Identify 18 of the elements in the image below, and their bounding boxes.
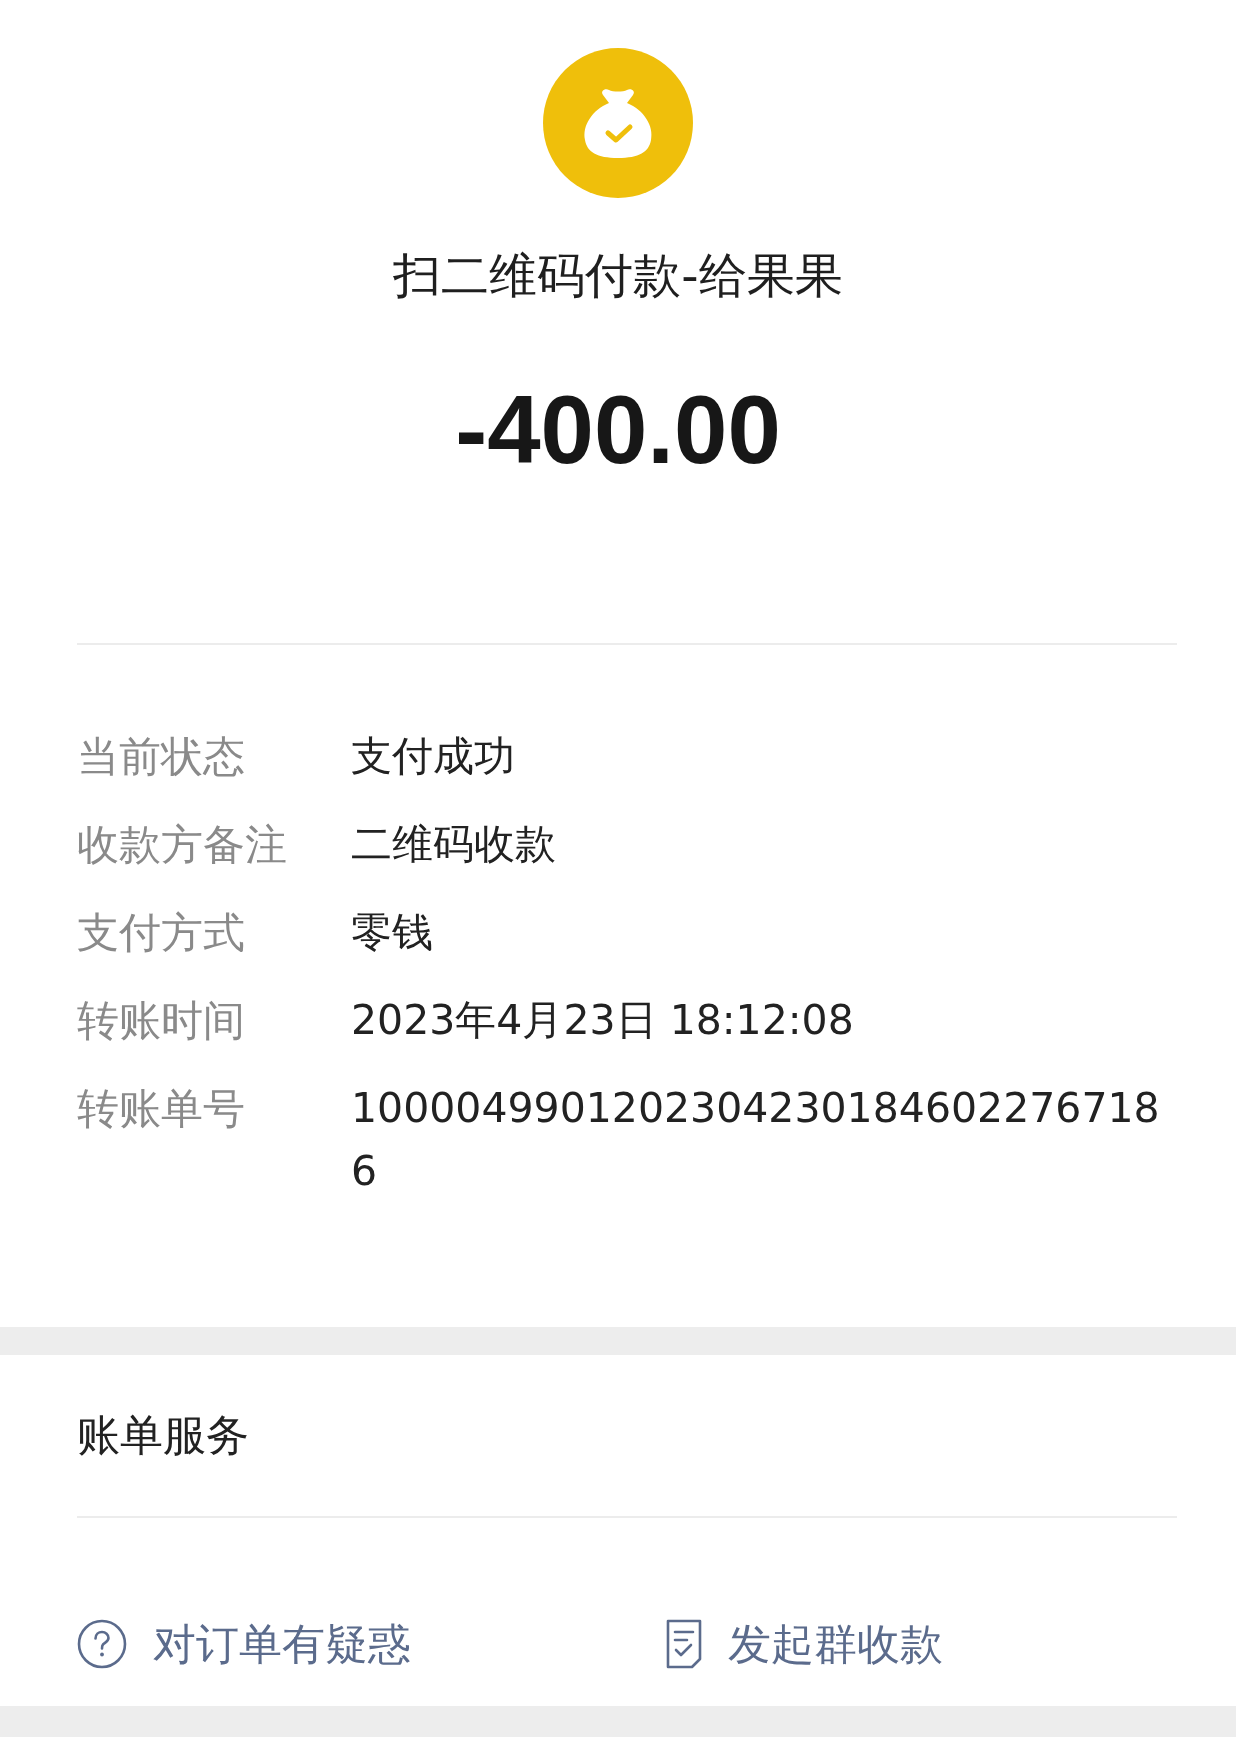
payment-title: 扫二维码付款-给果果 <box>393 246 843 305</box>
detail-label: 转账单号 <box>77 1083 246 1135</box>
document-check-icon <box>666 1619 702 1669</box>
detail-value: 二维码收款 <box>351 819 557 870</box>
section-title: 账单服务 <box>77 1409 249 1462</box>
service-link[interactable]: 对订单有疑惑 <box>77 1582 411 1706</box>
detail-label: 当前状态 <box>77 731 246 783</box>
money-bag-check-icon <box>543 48 693 198</box>
detail-value: 零钱 <box>351 907 434 958</box>
service-link[interactable]: 发起群收款 <box>666 1582 943 1706</box>
detail-label: 收款方备注 <box>77 819 288 871</box>
payment-amount: -400.00 <box>455 375 781 485</box>
detail-value: 10000499012023042301846022767186 <box>351 1083 1161 1197</box>
detail-label: 支付方式 <box>77 907 246 959</box>
detail-label: 转账时间 <box>77 995 246 1047</box>
detail-value: 2023年4月23日 18:12:08 <box>351 995 855 1046</box>
detail-value: 支付成功 <box>351 731 516 782</box>
help-icon <box>77 1619 127 1669</box>
